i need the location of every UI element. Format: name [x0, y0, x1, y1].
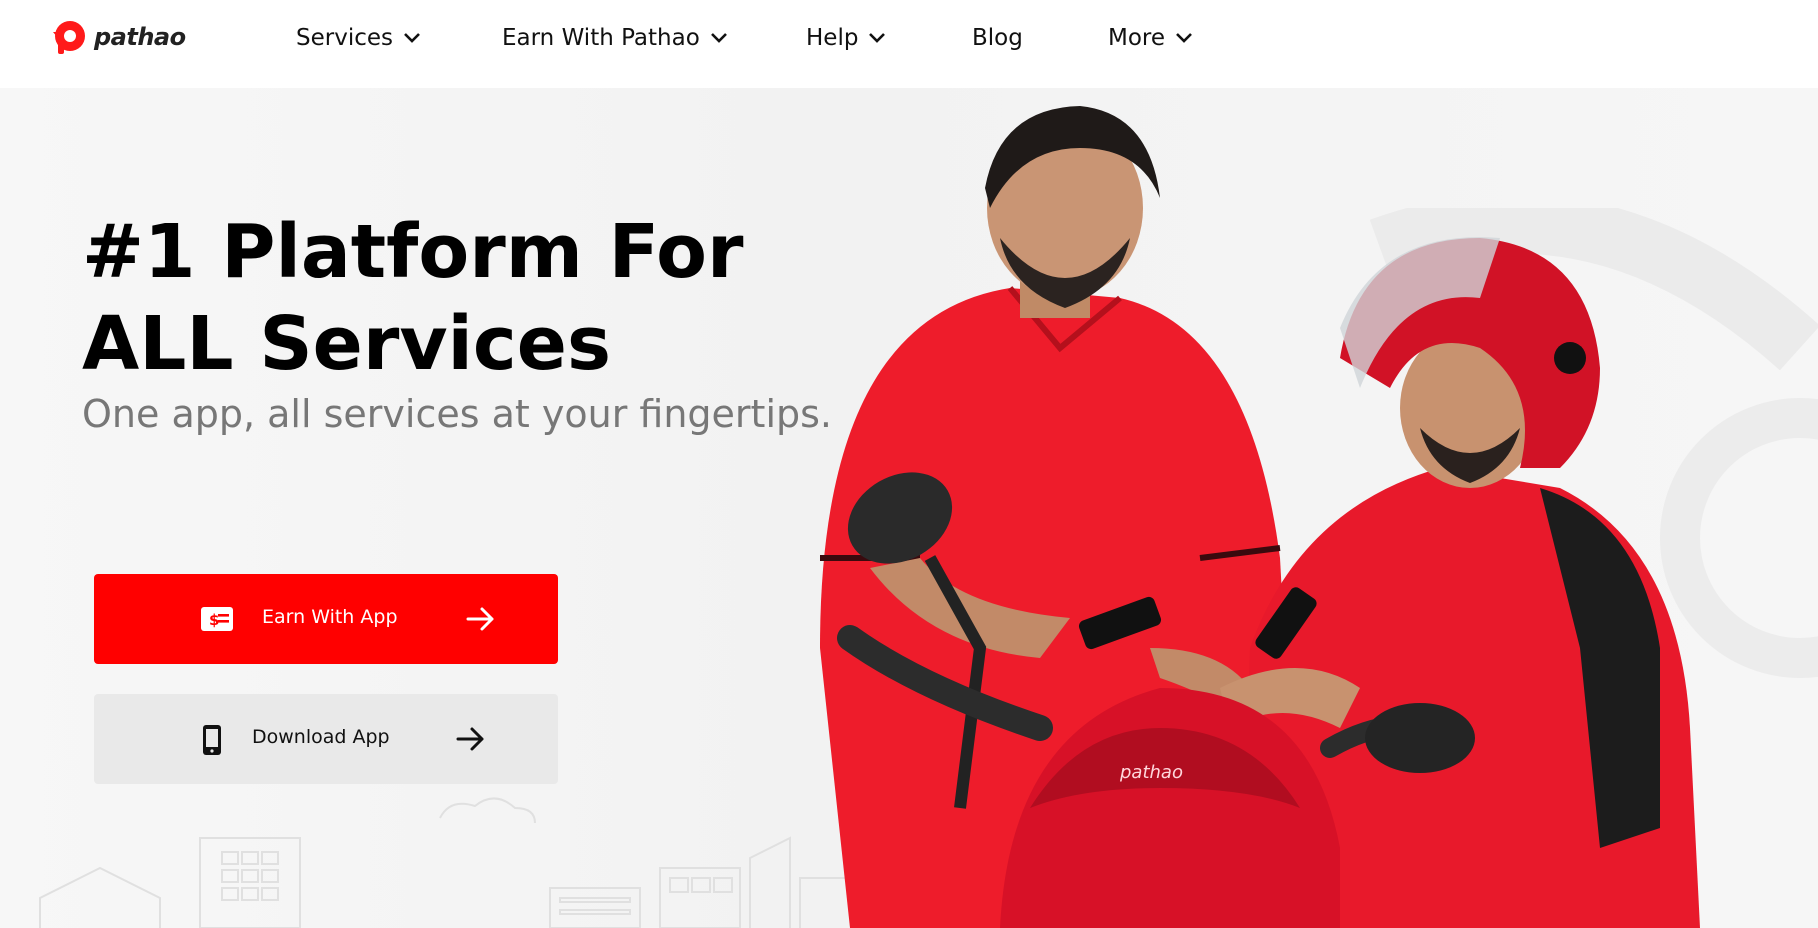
arrow-right-icon: [466, 607, 494, 631]
pathao-logo[interactable]: pathao: [50, 18, 186, 56]
earn-with-app-label: Earn With App: [262, 606, 398, 628]
arrow-right-icon: [456, 727, 484, 751]
chevron-down-icon: [1176, 33, 1192, 43]
nav-earn-with-pathao[interactable]: Earn With Pathao: [502, 22, 728, 54]
nav-blog[interactable]: Blog: [972, 22, 1023, 54]
nav-earn-label: Earn With Pathao: [502, 25, 700, 51]
nav-help-label: Help: [806, 25, 859, 51]
chevron-down-icon: [710, 33, 727, 43]
riders-photo-illustration: pathao: [820, 106, 1700, 928]
nav-services[interactable]: Services: [296, 22, 421, 54]
logo-wordmark: pathao: [94, 23, 186, 51]
svg-text:$: $: [209, 611, 219, 629]
nav-blog-label: Blog: [972, 25, 1023, 51]
nav-help[interactable]: Help: [806, 22, 886, 54]
nav-more[interactable]: More: [1108, 22, 1193, 54]
nav-more-label: More: [1108, 25, 1166, 51]
download-app-button[interactable]: Download App: [94, 694, 558, 784]
earn-with-app-button[interactable]: $ Earn With App: [94, 574, 558, 664]
chevron-down-icon: [869, 33, 886, 43]
nav-services-label: Services: [296, 25, 393, 51]
helmet-brand-text: pathao: [1119, 762, 1183, 783]
chevron-down-icon: [404, 33, 420, 43]
city-skyline-illustration: [39, 797, 861, 928]
hero-title: #1 Platform For ALL Services: [82, 206, 862, 390]
top-navbar: pathao Services Earn With Pathao Help Bl…: [0, 0, 1818, 88]
hero-subtitle: One app, all services at your fingertips…: [82, 392, 832, 436]
pathao-logo-icon: [53, 21, 85, 54]
hero-section: #1 Platform For ALL Services One app, al…: [0, 88, 1818, 928]
money-card-icon: $: [201, 607, 233, 631]
hero-title-line1: #1 Platform For: [82, 209, 744, 295]
hero-title-line2: ALL Services: [82, 301, 612, 387]
phone-icon: [203, 725, 221, 755]
download-app-label: Download App: [252, 726, 390, 748]
